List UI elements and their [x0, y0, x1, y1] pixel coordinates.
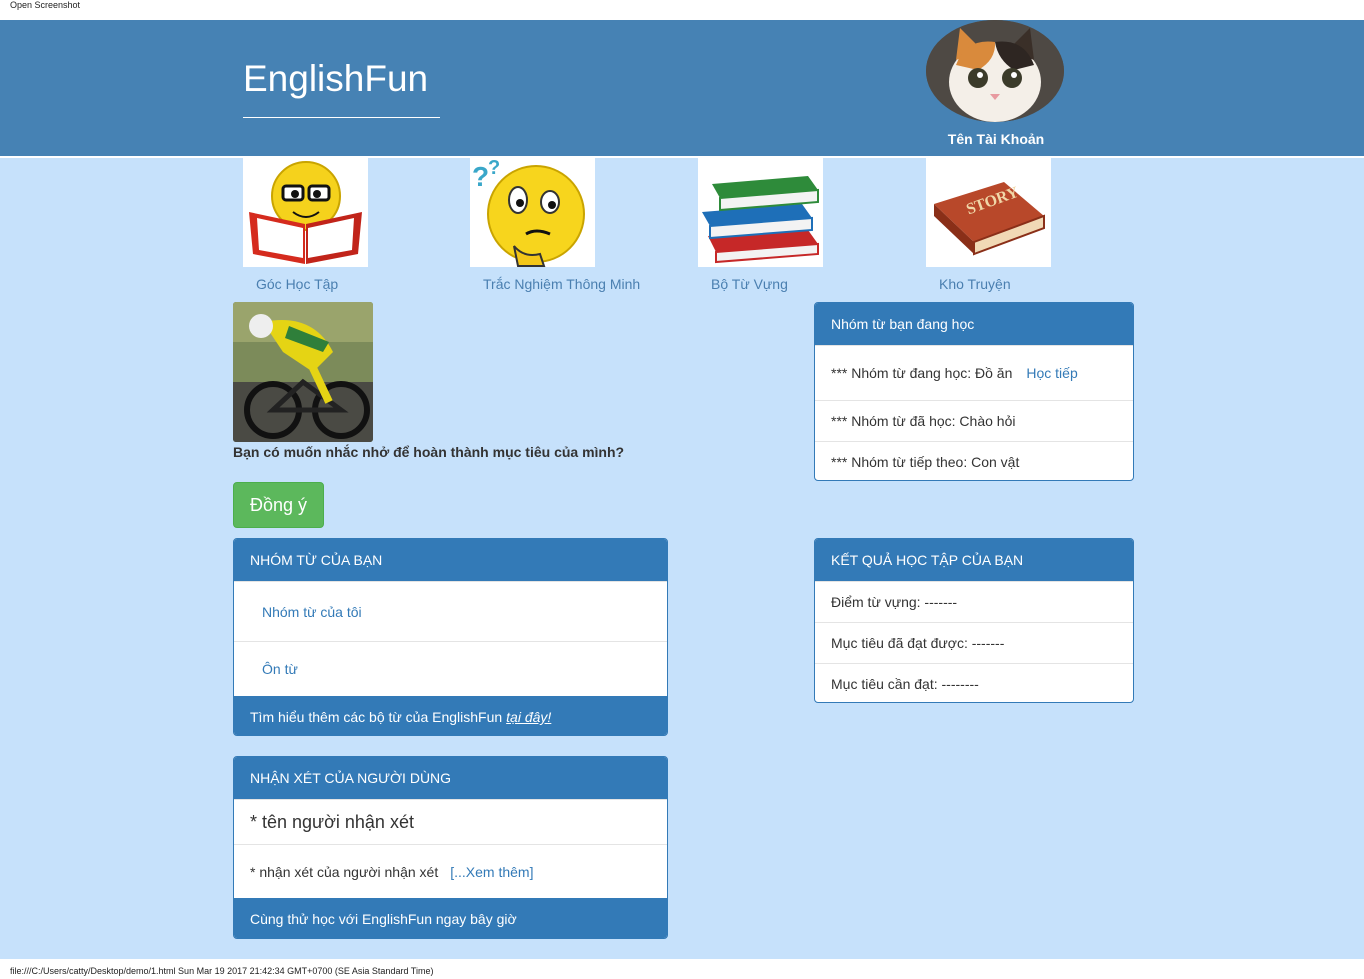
story-book-icon: STORY — [926, 158, 1051, 267]
learned-group-row: *** Nhóm từ đã học: Chào hỏi — [815, 400, 1133, 441]
current-group-text: *** Nhóm từ đang học: Đồ ăn — [831, 365, 1013, 381]
agree-button[interactable]: Đồng ý — [233, 482, 324, 528]
score-row: Điểm từ vựng: ------- — [815, 581, 1133, 622]
svg-text:?: ? — [472, 161, 489, 192]
target-goal: Mục tiêu cần đạt: -------- — [831, 676, 979, 692]
review-comment: * nhận xét của người nhận xét — [250, 863, 439, 880]
footer-text: Tìm hiểu thêm các bộ từ của EnglishFun — [250, 709, 503, 725]
account-name[interactable]: Tên Tài Khoản — [940, 131, 1052, 147]
panel-footer: Tìm hiểu thêm các bộ từ của EnglishFun t… — [234, 696, 667, 735]
cyclist-photo — [233, 302, 373, 442]
panel-title: NHẬN XÉT CỦA NGƯỜI DÙNG — [234, 757, 667, 799]
panel-title: Nhóm từ bạn đang học — [815, 303, 1133, 345]
my-groups-link[interactable]: Nhóm từ của tôi — [262, 604, 362, 620]
window-caption: Open Screenshot — [10, 0, 81, 10]
cat-avatar-icon — [926, 20, 1064, 122]
list-item[interactable]: Nhóm từ của tôi — [234, 581, 667, 641]
main-content: Góc Học Tập ? ? Trắc Nghiệm Thông Minh B… — [0, 158, 1364, 959]
cyclist-image — [233, 302, 373, 442]
learned-group-text: *** Nhóm từ đã học: Chào hỏi — [831, 413, 1016, 429]
next-group-text: *** Nhóm từ tiếp theo: Con vật — [831, 454, 1020, 470]
word-groups-panel: NHÓM TỪ CỦA BẠN Nhóm từ của tôi Ôn từ Tì… — [233, 538, 668, 736]
feature-bo-tu-vung[interactable]: Bộ Từ Vựng — [698, 158, 823, 292]
learning-panel: Nhóm từ bạn đang học *** Nhóm từ đang họ… — [814, 302, 1134, 481]
achieved-goal: Mục tiêu đã đạt được: ------- — [831, 635, 1005, 651]
reviewer-name: * tên người nhận xét — [250, 811, 414, 832]
try-now-text[interactable]: Cùng thử học với EnglishFun ngay bây giờ — [250, 911, 517, 927]
see-more-link[interactable]: [...Xem thêm] — [450, 864, 533, 880]
achieved-goal-row: Mục tiêu đã đạt được: ------- — [815, 622, 1133, 663]
brand-logo-text[interactable]: EnglishFun — [243, 58, 428, 100]
list-item[interactable]: Ôn từ — [234, 641, 667, 696]
panel-title: KẾT QUẢ HỌC TẬP CỦA BẠN — [815, 539, 1133, 581]
current-group-row: *** Nhóm từ đang học: Đồ ăn Học tiếp — [815, 345, 1133, 400]
feature-label[interactable]: Góc Học Tập — [256, 276, 338, 292]
brand-underline — [243, 117, 440, 118]
panel-footer[interactable]: Cùng thử học với EnglishFun ngay bây giờ — [234, 898, 667, 938]
svg-text:?: ? — [488, 158, 500, 179]
site-header: EnglishFun Tên Tài Khoản — [0, 20, 1364, 156]
feature-label[interactable]: Bộ Từ Vựng — [711, 276, 788, 292]
results-panel: KẾT QUẢ HỌC TẬP CỦA BẠN Điểm từ vựng: --… — [814, 538, 1134, 703]
feature-label[interactable]: Kho Truyện — [939, 276, 1011, 292]
file-path-caption: file:///C:/Users/catty/Desktop/demo/1.ht… — [10, 966, 434, 976]
panel-title: NHÓM TỪ CỦA BẠN — [234, 539, 667, 581]
reviews-panel: NHẬN XÉT CỦA NGƯỜI DÙNG * tên người nhận… — [233, 756, 668, 939]
reading-emoji-icon — [243, 158, 368, 267]
more-sets-link[interactable]: tại đây! — [506, 709, 551, 725]
continue-learning-link[interactable]: Học tiếp — [1026, 365, 1077, 381]
feature-trac-nghiem[interactable]: ? ? Trắc Nghiệm Thông Minh — [470, 158, 640, 292]
review-words-link[interactable]: Ôn từ — [262, 661, 298, 677]
avatar[interactable] — [926, 20, 1064, 122]
thinking-emoji-icon: ? ? — [470, 158, 595, 267]
next-group-row: *** Nhóm từ tiếp theo: Con vật — [815, 441, 1133, 480]
target-goal-row: Mục tiêu cần đạt: -------- — [815, 663, 1133, 702]
book-stack-icon — [698, 158, 823, 267]
feature-label[interactable]: Trắc Nghiệm Thông Minh — [483, 276, 640, 292]
comment-row: * nhận xét của người nhận xét [...Xem th… — [234, 844, 667, 898]
feature-kho-truyen[interactable]: STORY Kho Truyện — [926, 158, 1051, 292]
reminder-question: Bạn có muốn nhắc nhở để hoàn thành mục t… — [233, 444, 625, 460]
reviewer-row: * tên người nhận xét — [234, 799, 667, 844]
vocab-score: Điểm từ vựng: ------- — [831, 594, 958, 610]
feature-goc-hoc-tap[interactable]: Góc Học Tập — [243, 158, 368, 292]
